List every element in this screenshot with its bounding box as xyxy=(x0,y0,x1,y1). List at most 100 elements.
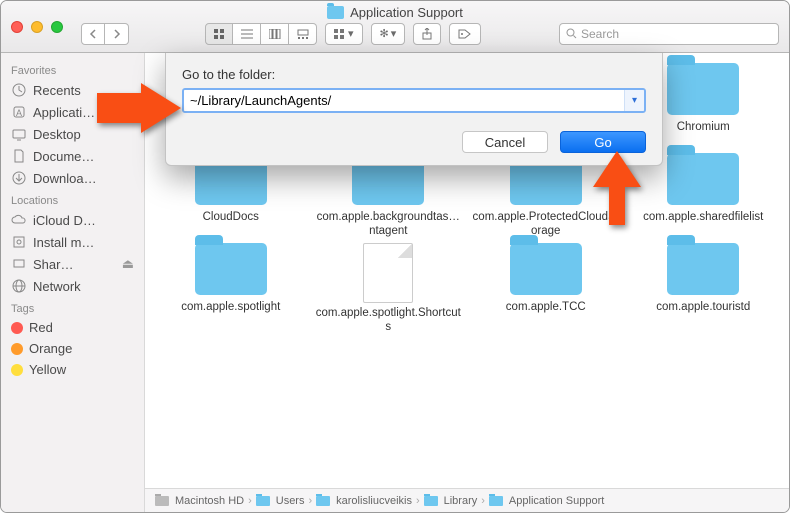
chevron-down-icon: ▾ xyxy=(348,27,354,40)
download-icon xyxy=(11,170,27,186)
sidebar-item-label: Install m… xyxy=(33,235,94,250)
zoom-window-icon[interactable] xyxy=(51,21,63,33)
toolbar: Application Support ▾ ✻▾ Search xyxy=(1,1,789,53)
gear-icon: ✻ xyxy=(380,27,389,40)
file-icon xyxy=(363,243,413,303)
tag-icon xyxy=(458,29,472,39)
nav-buttons xyxy=(81,23,129,45)
go-to-folder-dialog: Go to the folder: ▾ Cancel Go xyxy=(165,53,663,166)
group-icon xyxy=(334,29,346,39)
sidebar-item-label: Downloa… xyxy=(33,171,97,186)
go-button[interactable]: Go xyxy=(560,131,646,153)
view-mode-segment xyxy=(205,23,317,45)
tags-button[interactable] xyxy=(449,23,481,45)
annotation-arrow-icon xyxy=(97,83,181,133)
folder-icon xyxy=(256,496,270,506)
chevron-left-icon xyxy=(89,29,97,39)
group-by-button[interactable]: ▾ xyxy=(325,23,363,45)
dropdown-button[interactable]: ▾ xyxy=(624,90,644,111)
column-view-button[interactable] xyxy=(261,23,289,45)
path-segment[interactable]: Users xyxy=(276,495,305,507)
folder-path-combo: ▾ xyxy=(182,88,646,113)
search-placeholder: Search xyxy=(581,27,619,41)
grid-item[interactable]: com.apple.TCC xyxy=(472,243,620,335)
annotation-arrow-icon xyxy=(587,151,647,225)
desktop-icon xyxy=(11,126,27,142)
clock-icon xyxy=(11,82,27,98)
tag-dot-icon xyxy=(11,343,23,355)
sidebar-item-label: Red xyxy=(29,320,53,335)
sidebar-item-label: Desktop xyxy=(33,127,81,142)
action-button[interactable]: ✻▾ xyxy=(371,23,406,45)
sidebar-section-locations: Locations xyxy=(1,189,144,209)
chevron-down-icon: ▾ xyxy=(632,95,637,106)
item-label: com.apple.sharedfilelist xyxy=(643,211,763,239)
close-window-icon[interactable] xyxy=(11,21,23,33)
grid-item[interactable]: com.apple.spotlight xyxy=(157,243,305,335)
folder-icon xyxy=(327,6,344,19)
disk-icon xyxy=(155,496,169,506)
item-label: com.apple.spotlight.Shortcuts xyxy=(315,307,463,335)
minimize-window-icon[interactable] xyxy=(31,21,43,33)
network-icon xyxy=(11,256,27,272)
sidebar-tag-red[interactable]: Red xyxy=(1,317,144,338)
cancel-button[interactable]: Cancel xyxy=(462,131,548,153)
back-button[interactable] xyxy=(81,23,105,45)
eject-icon[interactable]: ⏏ xyxy=(122,256,134,272)
folder-icon xyxy=(316,496,330,506)
folder-icon xyxy=(667,153,739,205)
folder-icon xyxy=(667,63,739,115)
path-segment[interactable]: Application Support xyxy=(509,495,604,507)
sidebar-item-downloads[interactable]: Downloa… xyxy=(1,167,144,189)
sidebar-item-label: Recents xyxy=(33,83,81,98)
sidebar-item-install[interactable]: Install m… xyxy=(1,231,144,253)
folder-path-input[interactable] xyxy=(184,90,624,111)
forward-button[interactable] xyxy=(105,23,129,45)
sidebar-tag-orange[interactable]: Orange xyxy=(1,338,144,359)
sidebar-item-shared[interactable]: Shar…⏏ xyxy=(1,253,144,275)
grid-item[interactable]: com.apple.spotlight.Shortcuts xyxy=(315,243,463,335)
search-icon xyxy=(566,28,577,39)
search-field[interactable]: Search xyxy=(559,23,779,45)
sidebar-item-network[interactable]: Network xyxy=(1,275,144,297)
sidebar-item-label: Applicati… xyxy=(33,105,95,120)
sidebar-section-favorites: Favorites xyxy=(1,59,144,79)
path-separator-icon: › xyxy=(481,495,485,507)
dialog-buttons: Cancel Go xyxy=(182,131,646,153)
sidebar-item-label: Network xyxy=(33,279,81,294)
sidebar-item-label: iCloud D… xyxy=(33,213,96,228)
sidebar-item-icloud[interactable]: iCloud D… xyxy=(1,209,144,231)
sidebar-item-label: Orange xyxy=(29,341,72,356)
app-icon: A xyxy=(11,104,27,120)
path-separator-icon: › xyxy=(416,495,420,507)
list-view-button[interactable] xyxy=(233,23,261,45)
sidebar-item-label: Docume… xyxy=(33,149,94,164)
grid-item[interactable]: com.apple.touristd xyxy=(630,243,778,335)
item-label: com.apple.touristd xyxy=(656,301,750,329)
path-segment[interactable]: karolisliucveikis xyxy=(336,495,412,507)
globe-icon xyxy=(11,278,27,294)
sidebar-item-label: Yellow xyxy=(29,362,66,377)
sidebar-section-tags: Tags xyxy=(1,297,144,317)
grid-icon xyxy=(213,28,225,40)
svg-text:A: A xyxy=(16,108,22,118)
window-title: Application Support xyxy=(1,5,789,20)
doc-icon xyxy=(11,148,27,164)
path-segment[interactable]: Library xyxy=(444,495,478,507)
share-button[interactable] xyxy=(413,23,441,45)
columns-icon xyxy=(269,29,281,39)
sidebar-tag-yellow[interactable]: Yellow xyxy=(1,359,144,380)
item-label: com.apple.spotlight xyxy=(181,301,280,329)
icon-view-button[interactable] xyxy=(205,23,233,45)
sidebar-item-documents[interactable]: Docume… xyxy=(1,145,144,167)
gallery-view-button[interactable] xyxy=(289,23,317,45)
folder-icon xyxy=(510,243,582,295)
dialog-label: Go to the folder: xyxy=(182,67,646,82)
chevron-down-icon: ▾ xyxy=(391,27,397,40)
path-bar: Macintosh HD›Users›karolisliucveikis›Lib… xyxy=(145,488,789,512)
path-separator-icon: › xyxy=(308,495,312,507)
window-controls xyxy=(11,21,63,33)
path-segment[interactable]: Macintosh HD xyxy=(175,495,244,507)
gallery-icon xyxy=(297,29,309,39)
item-label: com.apple.TCC xyxy=(506,301,586,329)
